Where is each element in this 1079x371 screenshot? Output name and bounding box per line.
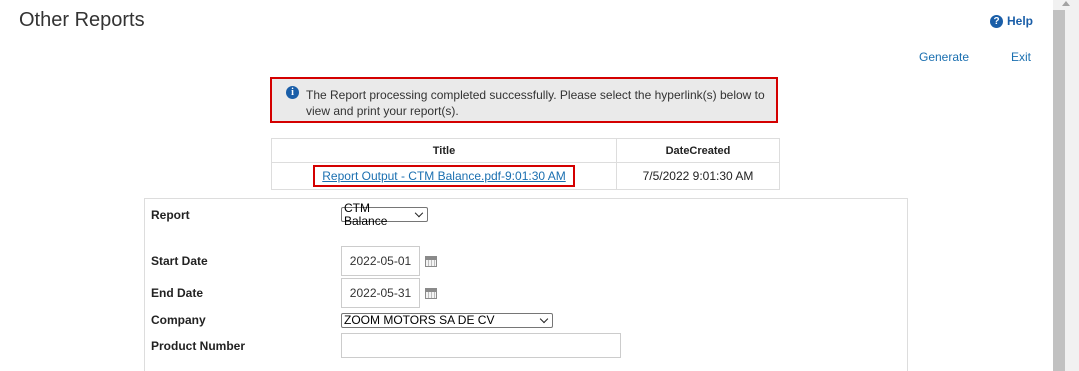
info-icon: i (286, 86, 299, 99)
chevron-down-icon (539, 314, 549, 324)
company-select[interactable]: ZOOM MOTORS SA DE CV (341, 313, 553, 328)
scroll-up-arrow-icon[interactable] (1062, 1, 1070, 6)
company-select-value: ZOOM MOTORS SA DE CV (344, 313, 495, 327)
scrollbar-thumb[interactable] (1053, 10, 1065, 371)
table-row: Report Output - CTM Balance.pdf-9:01:30 … (271, 162, 780, 190)
help-link[interactable]: ? Help (990, 14, 1033, 28)
report-label: Report (151, 208, 190, 222)
product-number-input[interactable] (341, 333, 621, 358)
exit-link[interactable]: Exit (1011, 50, 1031, 64)
vertical-scrollbar[interactable] (1053, 0, 1079, 371)
success-alert: i The Report processing completed succes… (270, 77, 778, 123)
end-date-input[interactable]: 2022-05-31 (341, 278, 420, 308)
calendar-icon[interactable] (425, 256, 437, 267)
report-title-cell: Report Output - CTM Balance.pdf-9:01:30 … (271, 162, 617, 190)
help-label: Help (1007, 14, 1034, 28)
company-label: Company (151, 313, 206, 327)
report-select[interactable]: CTM Balance (341, 201, 428, 227)
report-select-value: CTM Balance (344, 200, 388, 228)
reports-table: Title DateCreated Report Output - CTM Ba… (271, 138, 780, 190)
page-title: Other Reports (19, 9, 145, 31)
alert-message: The Report processing completed successf… (306, 88, 765, 118)
report-link-highlight: Report Output - CTM Balance.pdf-9:01:30 … (313, 165, 575, 187)
product-number-label: Product Number (151, 339, 246, 353)
calendar-icon[interactable] (425, 288, 437, 299)
report-date-cell: 7/5/2022 9:01:30 AM (616, 162, 780, 190)
end-date-label: End Date (151, 286, 204, 300)
chevron-down-icon (415, 208, 424, 218)
column-header-datecreated: DateCreated (616, 138, 780, 163)
start-date-input[interactable]: 2022-05-01 (341, 246, 420, 276)
help-icon: ? (990, 14, 1003, 28)
generate-link[interactable]: Generate (919, 50, 969, 64)
report-output-link[interactable]: Report Output - CTM Balance.pdf-9:01:30 … (322, 169, 565, 183)
column-header-title: Title (271, 138, 617, 163)
start-date-label: Start Date (151, 254, 208, 268)
table-header-row: Title DateCreated (271, 138, 780, 163)
